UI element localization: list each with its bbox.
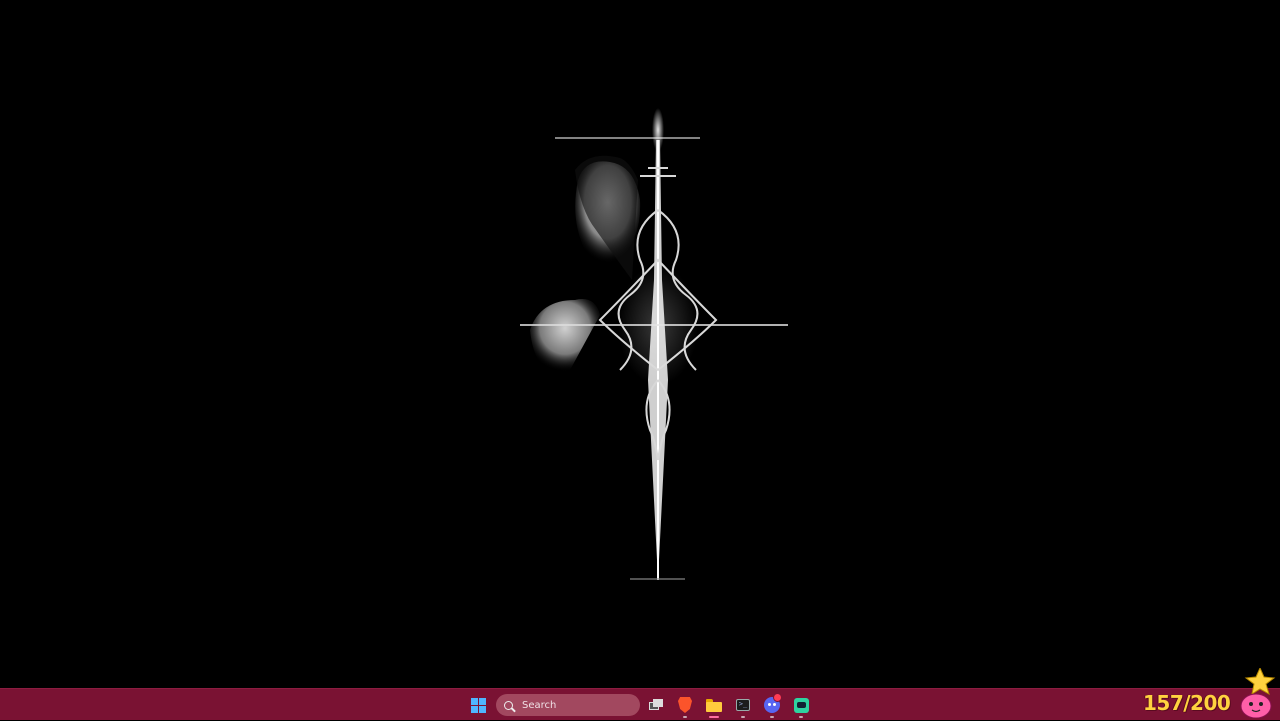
running-indicator bbox=[741, 716, 745, 718]
brave-lion-icon bbox=[678, 697, 692, 713]
active-indicator bbox=[709, 716, 719, 718]
running-indicator bbox=[799, 716, 803, 718]
taskbar-discord[interactable] bbox=[759, 691, 785, 719]
windows-logo-icon bbox=[470, 697, 486, 713]
folder-icon bbox=[706, 698, 722, 712]
wallpaper-art bbox=[520, 108, 788, 580]
start-button[interactable] bbox=[464, 691, 492, 719]
taskbar-file-explorer[interactable] bbox=[701, 691, 727, 719]
search-box[interactable]: Search bbox=[496, 694, 640, 716]
search-placeholder: Search bbox=[522, 699, 557, 711]
search-icon bbox=[504, 700, 513, 710]
terminal-icon: >_ bbox=[736, 699, 750, 711]
notification-badge bbox=[773, 693, 782, 702]
desktop[interactable] bbox=[0, 0, 1280, 688]
task-view-icon bbox=[649, 699, 663, 711]
taskbar-center: Search >_ bbox=[464, 689, 814, 721]
taskbar-app[interactable] bbox=[788, 691, 814, 719]
green-app-icon bbox=[793, 697, 809, 713]
running-indicator bbox=[770, 716, 774, 718]
mascot-star-icon bbox=[1240, 668, 1276, 718]
counter-overlay: 157/200 bbox=[1143, 691, 1231, 715]
taskbar-task-view[interactable] bbox=[643, 691, 669, 719]
taskbar: Search >_ bbox=[0, 688, 1280, 720]
running-indicator bbox=[683, 716, 687, 718]
taskbar-brave-browser[interactable] bbox=[672, 691, 698, 719]
taskbar-terminal[interactable]: >_ bbox=[730, 691, 756, 719]
